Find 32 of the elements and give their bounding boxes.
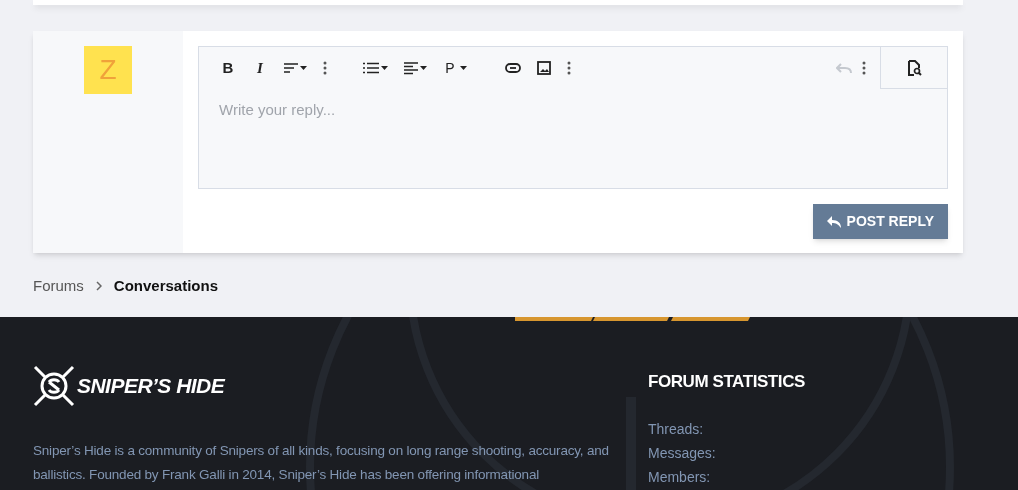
caret-icon	[459, 66, 467, 70]
italic-button[interactable]: I	[247, 54, 273, 82]
image-icon	[537, 61, 551, 75]
caret-icon	[420, 66, 427, 70]
caret-icon	[381, 66, 388, 70]
caret-icon	[300, 66, 307, 70]
avatar: Z	[84, 46, 132, 94]
breadcrumb-link[interactable]: Forums	[33, 275, 84, 298]
post-reply-button[interactable]: POST REPLY	[812, 204, 948, 239]
bold-button[interactable]: B	[215, 54, 241, 82]
more-icon	[567, 61, 571, 75]
breadcrumb-link[interactable]: Conversations	[113, 275, 219, 298]
reply-icon	[826, 215, 841, 228]
chevron-right-icon	[95, 281, 102, 292]
list-icon	[363, 62, 379, 74]
preview-button[interactable]	[880, 47, 947, 89]
crosshair-logo-icon	[33, 365, 75, 407]
stat-label: Members:	[648, 467, 712, 487]
align-left-icon	[404, 61, 418, 75]
more-icon	[323, 61, 327, 75]
section-heading: FORUM STATISTICS	[648, 371, 805, 393]
logo-text: SNIPER’S HIDE	[77, 373, 225, 400]
stat-label: Threads:	[648, 419, 705, 439]
link-icon	[505, 63, 521, 73]
editor-field[interactable]: B I P Write your reply...	[198, 46, 948, 189]
stat-label: Messages:	[648, 443, 717, 463]
description-text: Sniper’s Hide is a community of Snipers of all kinds, focusing on long range shooting, accuracy, and ballistics. Founded by Frank Galli in 2014, Sniper’s Hide has been offering informational	[33, 442, 610, 484]
more-icon[interactable]	[862, 61, 866, 75]
paragraph-menu-button[interactable]: P	[438, 54, 474, 82]
align-icon	[284, 62, 298, 74]
reply-input[interactable]: Write your reply...	[219, 99, 927, 122]
document-search-icon	[906, 59, 922, 76]
